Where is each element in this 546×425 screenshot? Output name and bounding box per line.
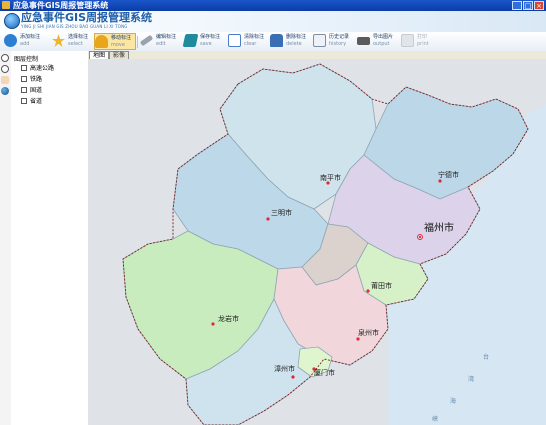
add-annotation-icon	[4, 34, 17, 47]
layer-label: 省道	[30, 98, 43, 105]
add-annotation-label: 添加标注	[20, 34, 41, 40]
save-annotation-button[interactable]: 保存标注 save	[182, 33, 224, 50]
save-annotation-label: 保存标注	[200, 34, 221, 40]
app-banner: 应急事件GIS周报管理系统 YING JI SHI JIAN GIS ZHOU …	[0, 11, 546, 32]
edit-annotation-sublabel: edit	[156, 41, 166, 47]
layer-label: 国道	[30, 87, 43, 94]
delete-annotation-sublabel: delete	[286, 41, 302, 47]
zoom-in-icon[interactable]	[1, 54, 9, 62]
history-button[interactable]: 历史记录 history	[313, 33, 353, 50]
city-dot-sanming[interactable]	[266, 217, 270, 221]
select-star-icon	[52, 34, 65, 47]
full-extent-globe-icon[interactable]	[1, 87, 9, 95]
layer-label: 铁路	[30, 76, 43, 83]
tab-map[interactable]: 地图	[89, 51, 110, 59]
delete-icon	[270, 34, 283, 47]
globe-logo-icon	[4, 13, 20, 29]
city-label-nanping: 南平市	[320, 173, 341, 182]
pan-hand-icon[interactable]	[1, 76, 9, 84]
capital-label-fuzhou: 福州市	[424, 221, 454, 234]
export-image-label: 导出图片	[373, 34, 394, 40]
city-dot-zhangzhou[interactable]	[291, 375, 295, 379]
layer-item-expressway[interactable]: 高速公路	[21, 63, 54, 72]
history-icon	[313, 34, 326, 47]
layer-checkbox[interactable]	[21, 97, 27, 104]
edit-annotation-label: 编辑标注	[156, 34, 177, 40]
move-annotation-sublabel: move	[111, 42, 125, 48]
city-label-longyan: 龙岩市	[218, 314, 239, 323]
clear-annotation-label: 清除标注	[244, 34, 265, 40]
maximize-button[interactable]: □	[523, 1, 533, 10]
tab-imagery[interactable]: 影像	[109, 51, 130, 59]
export-image-icon	[357, 37, 370, 45]
city-label-quanzhou: 泉州市	[358, 328, 379, 337]
print-label: 打印	[417, 34, 428, 40]
city-dot-putian[interactable]	[366, 289, 370, 293]
delete-annotation-label: 删除标注	[286, 34, 307, 40]
banner-title: 应急事件GIS周报管理系统	[21, 11, 153, 24]
main-toolbar: 添加标注 add 选择标注 select 移动标注 move 编辑标注 edit…	[0, 32, 546, 52]
delete-annotation-button[interactable]: 删除标注 delete	[270, 33, 310, 50]
window-titlebar: 应急事件GIS周报管理系统 _ □ ×	[0, 0, 546, 11]
sea-label-tai: 台	[483, 353, 489, 361]
layer-item-national-road[interactable]: 国道	[21, 85, 42, 94]
fujian-map: 南平市 宁德市 三明市 福州市 莆田市 龙岩市 泉州市 漳州市 厦门市 台 湾 …	[88, 59, 546, 425]
city-label-xiamen: 厦门市	[314, 368, 335, 377]
select-annotation-label: 选择标注	[68, 34, 89, 40]
select-annotation-sublabel: select	[68, 41, 83, 47]
clear-icon	[228, 34, 241, 47]
save-annotation-sublabel: save	[200, 41, 212, 47]
clear-annotation-button[interactable]: 清除标注 clear	[228, 33, 268, 50]
layer-label: 高速公路	[30, 65, 55, 72]
edit-annotation-button[interactable]: 编辑标注 edit	[139, 33, 180, 50]
map-view[interactable]: 南平市 宁德市 三明市 福州市 莆田市 龙岩市 泉州市 漳州市 厦门市 台 湾 …	[88, 59, 546, 425]
layer-checkbox[interactable]	[21, 86, 27, 93]
window-title: 应急事件GIS周报管理系统	[13, 1, 109, 10]
layer-item-railway[interactable]: 铁路	[21, 74, 42, 83]
layer-control-title: 图层控制	[14, 56, 39, 63]
edit-wrench-icon	[139, 34, 154, 47]
layer-item-provincial-road[interactable]: 省道	[21, 96, 42, 105]
layer-checkbox[interactable]	[21, 75, 27, 82]
minimize-button[interactable]: _	[512, 1, 522, 10]
save-icon	[182, 34, 199, 47]
city-label-sanming: 三明市	[271, 208, 292, 217]
app-icon	[2, 1, 10, 9]
select-annotation-button[interactable]: 选择标注 select	[52, 33, 92, 50]
close-button[interactable]: ×	[534, 1, 544, 10]
move-annotation-label: 移动标注	[111, 35, 132, 41]
print-sublabel: print	[417, 41, 429, 47]
export-image-button[interactable]: 导出图片 output	[357, 33, 397, 50]
layer-checkbox[interactable]	[21, 64, 27, 71]
add-annotation-button[interactable]: 添加标注 add	[4, 33, 44, 50]
city-dot-quanzhou[interactable]	[356, 337, 360, 341]
export-image-sublabel: output	[373, 41, 390, 47]
city-dot-ningde[interactable]	[438, 179, 442, 183]
city-label-putian: 莆田市	[371, 281, 392, 290]
layer-control-panel: 图层控制 高速公路 铁路 国道 省道	[11, 51, 89, 425]
city-label-zhangzhou: 漳州市	[274, 364, 295, 373]
history-sublabel: history	[329, 41, 347, 47]
clear-annotation-sublabel: clear	[244, 41, 257, 47]
capital-dot	[418, 235, 422, 239]
window-controls: _ □ ×	[512, 1, 544, 10]
add-annotation-sublabel: add	[20, 41, 30, 47]
city-dot-longyan[interactable]	[211, 322, 215, 326]
history-label: 历史记录	[329, 34, 350, 40]
banner-subtitle: YING JI SHI JIAN GIS ZHOU BAO GUAN LI XI…	[21, 24, 128, 29]
sea-label-xia: 峡	[432, 415, 438, 423]
zoom-out-icon[interactable]	[1, 65, 9, 73]
city-label-ningde: 宁德市	[438, 170, 459, 179]
print-button[interactable]: 打印 print	[401, 33, 437, 50]
sea-label-wan: 湾	[468, 375, 474, 383]
print-icon	[401, 34, 414, 47]
move-icon	[95, 35, 108, 48]
sea-label-hai: 海	[450, 397, 456, 405]
toolbar-separator	[137, 36, 138, 48]
move-annotation-button[interactable]: 移动标注 move	[94, 33, 136, 50]
